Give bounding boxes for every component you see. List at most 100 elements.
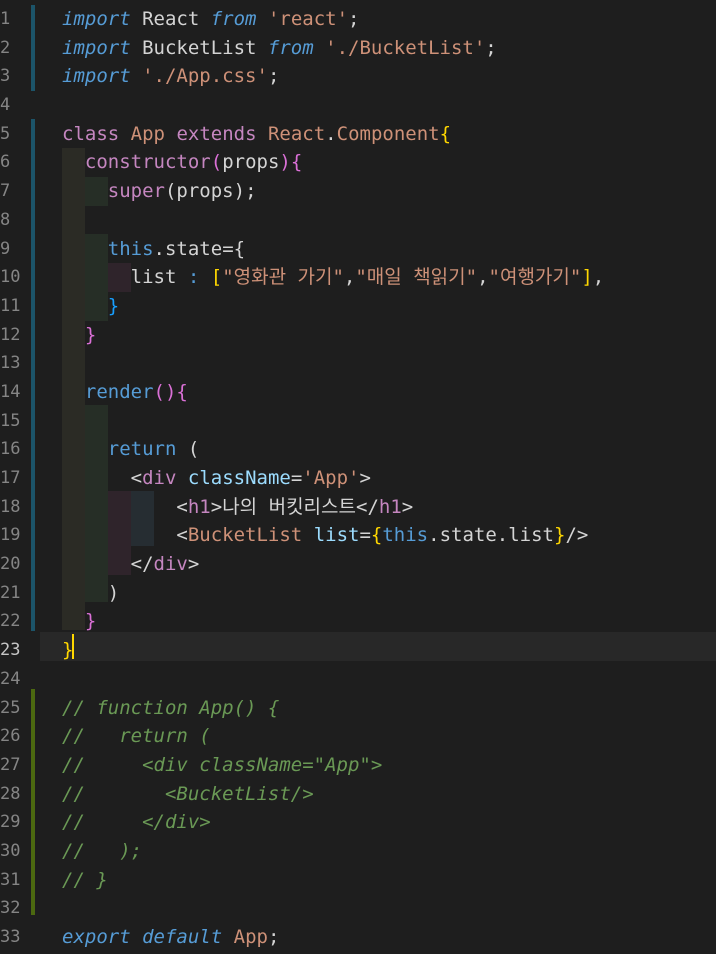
line-number: 29: [0, 812, 21, 833]
code-token: />: [565, 524, 589, 547]
code-line[interactable]: }: [62, 292, 716, 321]
code-token: .: [428, 524, 440, 547]
code-line[interactable]: constructor(props){: [62, 148, 716, 177]
code-token: ;: [485, 36, 497, 59]
code-line[interactable]: // function App() {: [62, 694, 716, 723]
code-token: ){: [279, 151, 303, 174]
code-line[interactable]: list : ["영화관 가기","매일 책읽기","여행가기"],: [62, 263, 716, 292]
code-token: "매일 책읽기": [355, 266, 478, 289]
code-line[interactable]: return (: [62, 435, 716, 464]
code-line[interactable]: }: [62, 321, 716, 350]
code-line[interactable]: // );: [62, 837, 716, 866]
code-token: (: [176, 438, 200, 461]
line-number: 30: [0, 840, 21, 861]
code-token: return (: [119, 725, 211, 748]
line-number: 31: [0, 869, 21, 890]
code-token: </: [130, 553, 154, 576]
code-token: extends: [176, 122, 257, 145]
code-token: './App.css': [142, 65, 268, 88]
code-token: return: [107, 438, 177, 461]
line-number: 21: [0, 582, 21, 603]
code-token: 'react': [267, 8, 349, 30]
code-line[interactable]: </div>: [62, 550, 716, 579]
code-lines[interactable]: import React from 'react'; import BucketL…: [62, 5, 716, 952]
code-token: }: [84, 323, 97, 346]
git-modified-marker: [31, 320, 35, 631]
line-number: 15: [0, 410, 21, 431]
code-token: this: [107, 237, 154, 260]
code-editor[interactable]: 1 2 3 4 5 6 7 8 9 10 11 12 13 14 15 16 17 18 19 20 21 22 23 24 2…: [0, 0, 716, 954]
code-line[interactable]: }: [62, 636, 716, 665]
code-line[interactable]: // return (: [62, 722, 716, 751]
code-line[interactable]: [62, 206, 716, 235]
code-token: <BucketList/>: [164, 782, 314, 805]
code-line[interactable]: // <div className="App">: [62, 751, 716, 780]
line-number: 26: [0, 726, 21, 747]
code-line[interactable]: // </div>: [62, 808, 716, 837]
code-token: //: [62, 868, 97, 891]
code-token: ,: [343, 266, 356, 289]
code-token: props: [222, 151, 280, 174]
line-number-gutter[interactable]: 1 2 3 4 5 6 7 8 9 10 11 12 13 14 15 16 17 18 19 20 21 22 23 24 2…: [0, 5, 30, 952]
code-line[interactable]: [62, 91, 716, 120]
line-number: 11: [0, 295, 21, 316]
code-token: </: [356, 495, 379, 518]
code-token: export: [62, 926, 131, 948]
code-token: div: [153, 553, 188, 576]
code-line[interactable]: export default App;: [62, 923, 716, 952]
code-token: h1: [378, 495, 402, 518]
git-modified-marker: [31, 119, 35, 320]
line-number: 10: [0, 267, 21, 288]
line-number: 6: [0, 152, 11, 173]
code-line[interactable]: render(){: [62, 378, 716, 407]
line-number: 25: [0, 697, 21, 718]
code-token: App: [130, 122, 165, 145]
git-added-marker: [31, 689, 35, 915]
code-token: (: [210, 151, 223, 174]
code-line[interactable]: import './App.css';: [62, 62, 716, 91]
code-line[interactable]: <BucketList list={this.state.list}/>: [62, 521, 716, 550]
line-number: 14: [0, 381, 21, 402]
code-token: }: [554, 524, 566, 547]
code-line[interactable]: class App extends React.Component{: [62, 120, 716, 149]
code-token: ]: [581, 266, 593, 289]
code-line[interactable]: // <BucketList/>: [62, 780, 716, 809]
code-line[interactable]: this.state={: [62, 235, 716, 264]
code-line[interactable]: ): [62, 579, 716, 608]
code-line[interactable]: import React from 'react';: [62, 5, 716, 34]
code-line[interactable]: super(props);: [62, 177, 716, 206]
code-line[interactable]: // }: [62, 866, 716, 895]
code-line[interactable]: [62, 349, 716, 378]
code-token: from: [210, 8, 257, 30]
code-token: constructor: [84, 151, 211, 174]
code-token: ): [107, 581, 120, 604]
code-token: [: [210, 266, 223, 289]
code-line[interactable]: [62, 665, 716, 694]
line-number: 24: [0, 668, 21, 689]
code-line[interactable]: <div className='App'>: [62, 464, 716, 493]
line-number: 27: [0, 754, 21, 775]
code-token: </div>: [142, 811, 211, 834]
line-number: 4: [0, 95, 11, 116]
code-token: list: [313, 524, 360, 547]
code-token: ={: [222, 237, 246, 260]
line-number: 33: [0, 927, 21, 947]
code-line[interactable]: <h1>나의 버킷리스트</h1>: [62, 493, 716, 522]
line-number: 12: [0, 324, 21, 345]
code-line[interactable]: import BucketList from './BucketList';: [62, 34, 716, 63]
code-token: h1: [187, 495, 211, 518]
code-token: from: [267, 36, 314, 59]
code-token: state: [164, 237, 223, 260]
line-number: 22: [0, 611, 21, 632]
code-line[interactable]: [62, 407, 716, 436]
code-line[interactable]: }: [62, 607, 716, 636]
code-line[interactable]: [62, 894, 716, 923]
